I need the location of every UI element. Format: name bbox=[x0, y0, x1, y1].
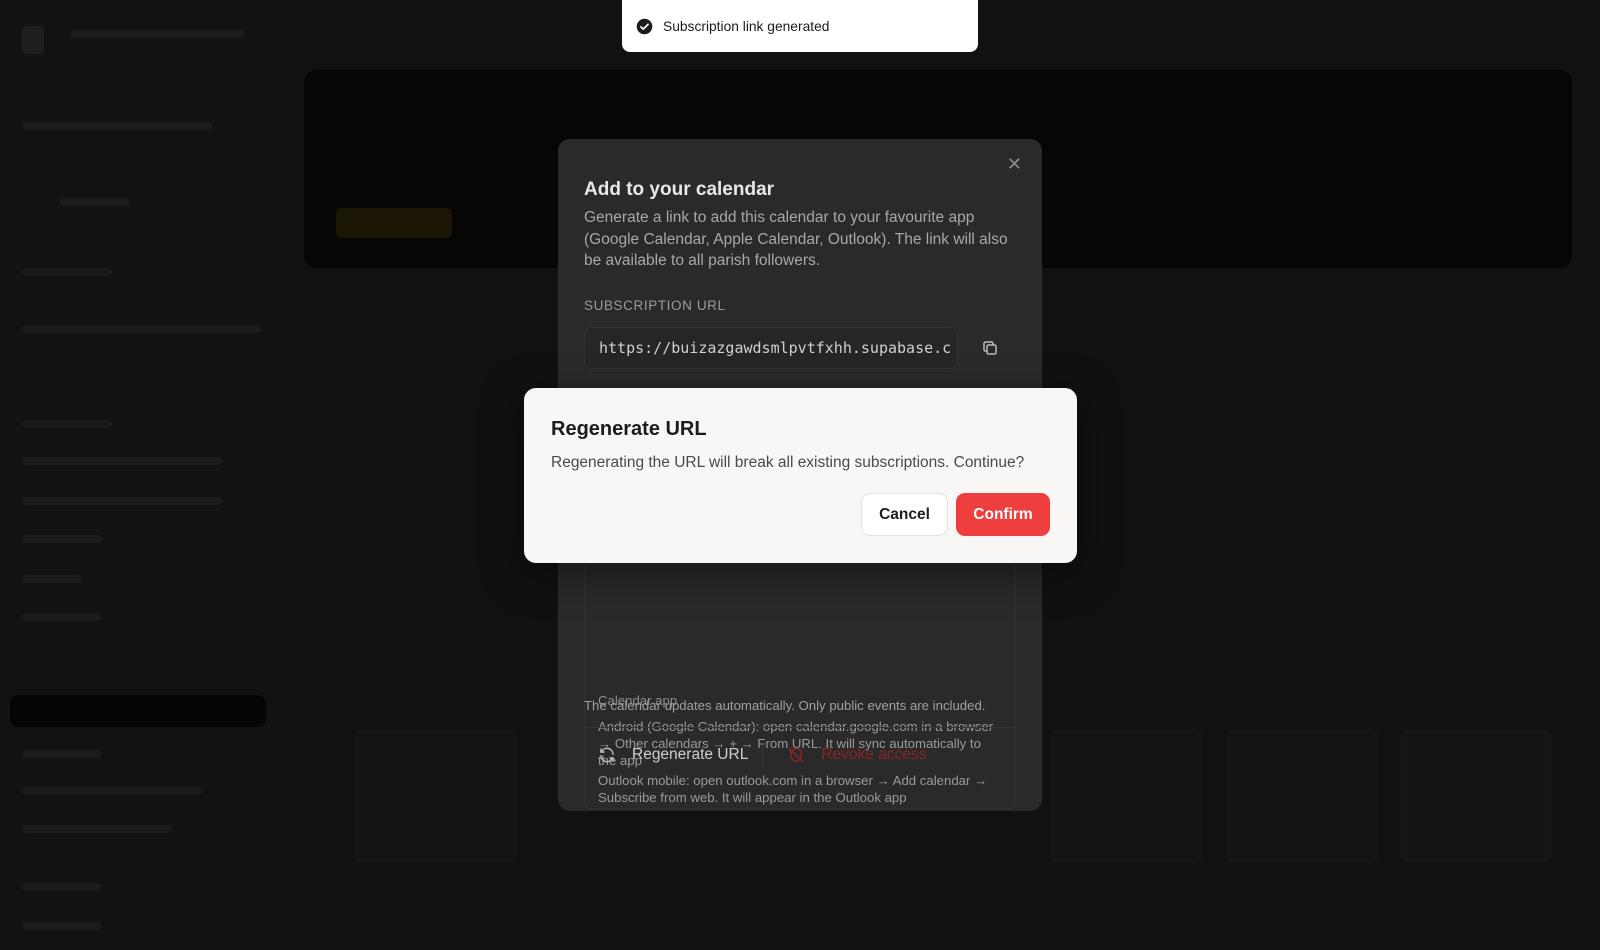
sidebar-line bbox=[70, 30, 245, 38]
close-icon[interactable]: ✕ bbox=[1007, 155, 1022, 173]
background-card bbox=[1050, 730, 1202, 862]
sidebar-line bbox=[60, 198, 130, 206]
sidebar-line bbox=[22, 325, 262, 333]
calendar-note: The calendar updates automatically. Only… bbox=[584, 698, 986, 713]
sidebar-line bbox=[22, 883, 102, 891]
subscription-url-label: SUBSCRIPTION URL bbox=[584, 297, 726, 313]
calendar-dialog-title: Add to your calendar bbox=[584, 179, 775, 200]
regenerate-confirm-dialog: Regenerate URL Regenerating the URL will… bbox=[524, 388, 1077, 563]
url-row: https://buizazgawdsmlpvtfxhh.supabase.c bbox=[584, 326, 1016, 369]
sidebar-line bbox=[22, 922, 102, 930]
action-separator bbox=[762, 742, 764, 768]
calendar-actions: Regenerate URL Revoke access bbox=[584, 735, 926, 775]
confirm-button[interactable]: Confirm bbox=[956, 493, 1050, 536]
check-circle-icon bbox=[636, 18, 653, 35]
sidebar-line bbox=[22, 122, 212, 130]
sidebar-line bbox=[22, 575, 82, 583]
sidebar-line bbox=[22, 457, 222, 465]
sidebar-line bbox=[22, 535, 102, 543]
background-card bbox=[1400, 730, 1552, 862]
regenerate-url-button[interactable]: Regenerate URL bbox=[584, 744, 748, 766]
confirm-dialog-message: Regenerating the URL will break all exis… bbox=[551, 454, 1025, 471]
copy-button[interactable] bbox=[972, 330, 1008, 366]
subscription-url-field[interactable]: https://buizazgawdsmlpvtfxhh.supabase.c bbox=[584, 326, 958, 369]
refresh-icon bbox=[596, 744, 618, 766]
banner-button bbox=[336, 208, 452, 238]
revoke-access-label: Revoke access bbox=[821, 746, 927, 763]
revoke-access-button[interactable]: Revoke access bbox=[773, 744, 926, 766]
cancel-button[interactable]: Cancel bbox=[861, 493, 948, 536]
sidebar-item-active bbox=[10, 695, 266, 727]
sidebar-line bbox=[22, 613, 102, 621]
background-card bbox=[354, 730, 516, 862]
shield-off-icon bbox=[785, 744, 807, 766]
regenerate-url-label: Regenerate URL bbox=[632, 746, 749, 763]
app-logo bbox=[22, 26, 44, 54]
confirm-dialog-title: Regenerate URL bbox=[551, 418, 707, 440]
sidebar-line bbox=[22, 268, 112, 276]
sidebar-line bbox=[22, 420, 112, 428]
sidebar bbox=[0, 0, 280, 950]
toast-message: Subscription link generated bbox=[663, 18, 830, 34]
sidebar-line bbox=[22, 750, 102, 758]
sidebar-line bbox=[22, 825, 172, 833]
calendar-dialog-description: Generate a link to add this calendar to … bbox=[584, 209, 1008, 269]
background-card bbox=[1226, 730, 1378, 862]
divider bbox=[584, 727, 1016, 728]
copy-icon bbox=[983, 340, 997, 355]
confirm-actions: Cancel Confirm bbox=[861, 493, 1050, 536]
toast-notification: Subscription link generated bbox=[622, 0, 978, 52]
sidebar-line bbox=[22, 787, 202, 795]
help-outlook: Outlook mobile: open outlook.com in a br… bbox=[598, 773, 988, 805]
sidebar-line bbox=[22, 497, 222, 505]
